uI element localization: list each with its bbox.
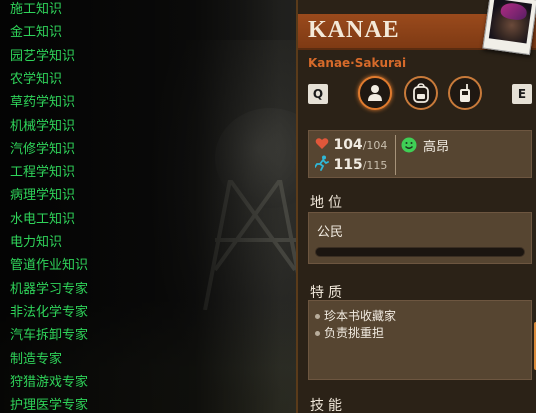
- skill-list-item[interactable]: 狩猎游戏专家: [10, 373, 88, 393]
- character-panel: KANAE Kanae·Sakurai Q E 104/104 115/115 …: [296, 0, 536, 413]
- heart-icon: [315, 138, 329, 149]
- health-value: 104: [333, 137, 363, 153]
- next-tab-key-hint[interactable]: E: [512, 84, 532, 104]
- traits-title: 特质: [310, 285, 346, 301]
- character-full-name: Kanae·Sakurai: [308, 56, 407, 70]
- skill-list: 施工知识金工知识园艺学知识农学知识草药学知识机械学知识汽修学知识工程学知识病理学…: [0, 0, 280, 413]
- status-box: 公民: [308, 212, 532, 264]
- status-title: 地位: [310, 195, 346, 211]
- stamina-max: /115: [362, 159, 388, 172]
- skill-list-item[interactable]: 汽修学知识: [10, 140, 75, 160]
- smiley-icon: [401, 137, 417, 153]
- status-value: 公民: [317, 225, 344, 240]
- traits-box: 珍本书收藏家 负责挑重担: [308, 300, 532, 380]
- backpack-icon: [413, 83, 429, 103]
- health-stat: 104/104: [315, 135, 387, 155]
- prev-tab-key-hint[interactable]: Q: [308, 84, 328, 104]
- stamina-stat: 115/115: [314, 155, 388, 175]
- skill-list-item[interactable]: 电力知识: [10, 233, 62, 253]
- person-icon: [368, 85, 382, 101]
- bullet-icon: [315, 331, 320, 336]
- skill-list-item[interactable]: 农学知识: [10, 70, 62, 90]
- skill-list-item[interactable]: 草药学知识: [10, 93, 75, 113]
- bullet-icon: [315, 314, 320, 319]
- skill-list-item[interactable]: 汽车拆卸专家: [10, 326, 88, 346]
- skill-list-item[interactable]: 制造专家: [10, 350, 62, 370]
- stamina-value: 115: [333, 157, 363, 173]
- tab-radio[interactable]: [448, 76, 482, 110]
- status-progress-bar: [315, 247, 525, 257]
- tab-backpack[interactable]: [404, 76, 438, 110]
- radio-icon: [460, 84, 470, 102]
- portrait-photo: [488, 0, 533, 44]
- trait-label: 负责挑重担: [324, 326, 385, 340]
- mood-text: 高昂: [423, 140, 450, 155]
- character-name: KANAE: [308, 17, 400, 43]
- skill-list-item[interactable]: 管道作业知识: [10, 256, 88, 276]
- skill-list-item[interactable]: 非法化学专家: [10, 303, 88, 323]
- character-portrait[interactable]: [482, 0, 536, 56]
- stats-divider: [395, 135, 396, 175]
- vitals-box: 104/104 115/115 高昂: [308, 130, 532, 178]
- skill-list-item[interactable]: 园艺学知识: [10, 47, 75, 67]
- skill-list-item[interactable]: 施工知识: [10, 0, 62, 20]
- skill-list-item[interactable]: 水电工知识: [10, 210, 75, 230]
- skill-list-item[interactable]: 病理学知识: [10, 186, 75, 206]
- trait-item[interactable]: 珍本书收藏家: [315, 307, 396, 324]
- skill-list-item[interactable]: 工程学知识: [10, 163, 75, 183]
- running-icon: [314, 155, 329, 171]
- skill-list-item[interactable]: 金工知识: [10, 23, 62, 43]
- health-max: /104: [362, 139, 388, 152]
- skill-list-item[interactable]: 机器学习专家: [10, 280, 88, 300]
- skill-list-item[interactable]: 机械学知识: [10, 117, 75, 137]
- skill-list-item[interactable]: 护理医学专家: [10, 396, 88, 413]
- tab-character[interactable]: [358, 76, 392, 110]
- trait-item[interactable]: 负责挑重担: [315, 324, 384, 341]
- skills-title: 技能: [310, 398, 346, 413]
- trait-label: 珍本书收藏家: [324, 309, 397, 323]
